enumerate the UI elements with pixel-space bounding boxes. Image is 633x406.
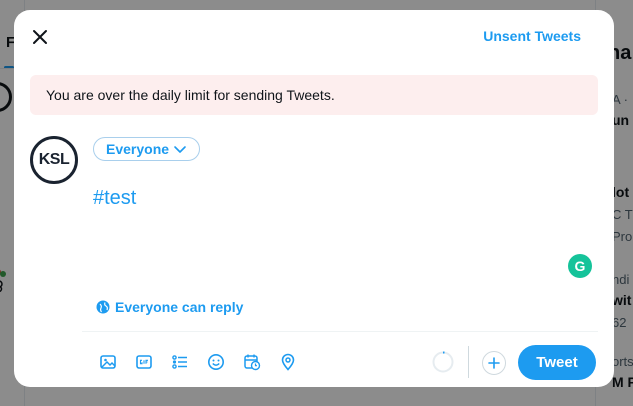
close-icon	[33, 30, 47, 44]
close-button[interactable]	[24, 21, 56, 53]
location-icon	[281, 353, 295, 371]
toolbar-separator	[468, 346, 469, 378]
compose-tweet-modal: Unsent Tweets You are over the daily lim…	[14, 10, 614, 387]
compose-toolbar	[90, 347, 306, 377]
character-count-progress	[432, 351, 454, 373]
add-tweet-button[interactable]	[482, 351, 506, 375]
location-button[interactable]	[270, 347, 306, 377]
schedule-button[interactable]	[234, 347, 270, 377]
grammarly-icon[interactable]: G	[568, 254, 592, 278]
toolbar-divider	[82, 331, 598, 332]
daily-limit-warning: You are over the daily limit for sending…	[30, 75, 598, 115]
chevron-down-icon	[174, 146, 186, 153]
tweet-button[interactable]: Tweet	[518, 345, 596, 380]
plus-icon	[488, 357, 500, 369]
grammarly-letter: G	[574, 258, 586, 274]
tweet-button-label: Tweet	[536, 354, 578, 371]
media-button[interactable]	[90, 347, 126, 377]
audience-label: Everyone	[106, 141, 170, 157]
emoji-button[interactable]	[198, 347, 234, 377]
tweet-text-input[interactable]: #test	[93, 187, 573, 210]
globe-icon	[96, 300, 110, 314]
avatar-text: KSL	[38, 151, 70, 168]
avatar[interactable]: KSL	[30, 136, 78, 184]
poll-button[interactable]	[162, 347, 198, 377]
reply-settings-label: Everyone can reply	[115, 299, 244, 315]
gif-button[interactable]	[126, 347, 162, 377]
gif-icon	[136, 355, 152, 369]
unsent-tweets-link[interactable]: Unsent Tweets	[483, 28, 581, 44]
poll-icon	[172, 355, 187, 369]
reply-settings-button[interactable]: Everyone can reply	[96, 299, 243, 315]
schedule-icon	[244, 354, 261, 371]
warning-text: You are over the daily limit for sending…	[46, 87, 335, 103]
emoji-icon	[208, 354, 224, 370]
image-icon	[100, 355, 116, 369]
audience-selector[interactable]: Everyone	[93, 137, 201, 161]
